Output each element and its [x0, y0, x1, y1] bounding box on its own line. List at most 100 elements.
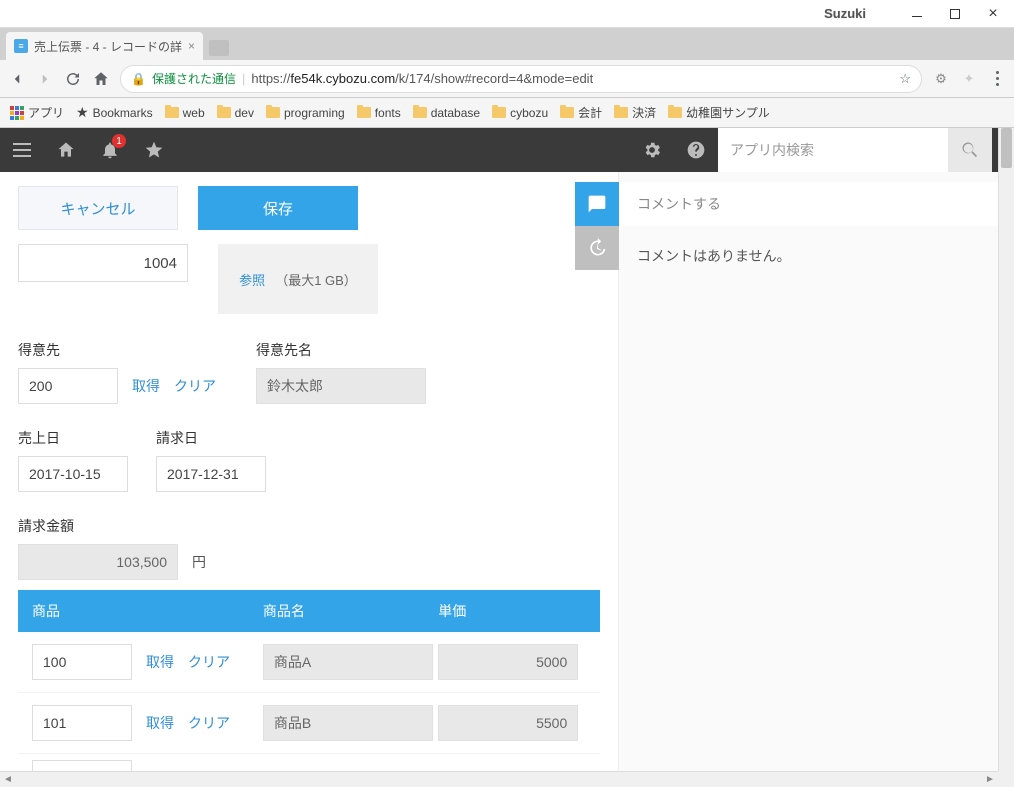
- comments-pane: コメントする コメントはありません。: [618, 172, 998, 787]
- nav-back-button[interactable]: [8, 70, 26, 88]
- bill-date-label: 請求日: [156, 428, 266, 448]
- app-home-button[interactable]: [44, 128, 88, 172]
- sales-date-input[interactable]: [18, 456, 128, 492]
- window-minimize-button[interactable]: [910, 7, 924, 21]
- secure-label: 保護された通信: [152, 70, 236, 87]
- search-button[interactable]: [948, 128, 992, 172]
- notifications-button[interactable]: 1: [88, 128, 132, 172]
- customer-clear-link[interactable]: クリア: [174, 376, 216, 396]
- bookmark-item[interactable]: programing: [266, 106, 345, 120]
- amount-unit: 円: [192, 552, 206, 572]
- bookmark-item[interactable]: fonts: [357, 106, 401, 120]
- app-search-input[interactable]: [718, 128, 948, 172]
- url-separator: |: [242, 71, 245, 86]
- window-close-button[interactable]: ×: [986, 7, 1000, 21]
- lock-icon: 🔒: [131, 72, 146, 86]
- apps-button[interactable]: アプリ: [10, 104, 64, 121]
- folder-icon: [266, 107, 280, 118]
- bookmark-item[interactable]: 決済: [614, 104, 656, 121]
- bookmark-item[interactable]: 幼稚園サンプル: [668, 104, 770, 121]
- tab-close-icon[interactable]: ×: [188, 39, 195, 53]
- window-user: Suzuki: [824, 6, 866, 21]
- apps-grid-icon: [10, 106, 24, 120]
- favorites-button[interactable]: [132, 128, 176, 172]
- horizontal-scrollbar[interactable]: ◄►: [0, 771, 998, 787]
- bookmark-item[interactable]: web: [165, 106, 205, 120]
- sales-date-label: 売上日: [18, 428, 128, 448]
- items-table: 商品 商品名 単価 取得 クリア: [18, 590, 600, 787]
- table-header: 商品 商品名 単価: [18, 590, 600, 632]
- folder-icon: [165, 107, 179, 118]
- th-name: 商品名: [263, 601, 438, 621]
- bill-date-input[interactable]: [156, 456, 266, 492]
- help-button[interactable]: [674, 128, 718, 172]
- table-row: 取得 クリア: [18, 632, 600, 693]
- bookmark-star-icon[interactable]: ☆: [899, 71, 911, 87]
- new-tab-button[interactable]: [209, 40, 229, 56]
- settings-button[interactable]: [630, 128, 674, 172]
- comments-empty-message: コメントはありません。: [619, 246, 998, 266]
- record-number-input[interactable]: [18, 244, 188, 282]
- browser-menu-button[interactable]: [988, 70, 1006, 88]
- nav-reload-button[interactable]: [64, 70, 82, 88]
- notification-badge: 1: [112, 134, 126, 148]
- vertical-scrollbar[interactable]: [998, 128, 1014, 787]
- apps-label: アプリ: [28, 104, 64, 121]
- window-maximize-button[interactable]: [948, 7, 962, 21]
- bookmark-item[interactable]: database: [413, 106, 480, 120]
- attach-size-hint: （最大1 GB）: [275, 270, 357, 289]
- row-clear-link[interactable]: クリア: [188, 652, 230, 672]
- folder-icon: [560, 107, 574, 118]
- attachment-box[interactable]: 参照 （最大1 GB）: [218, 244, 378, 314]
- url-box[interactable]: 🔒 保護された通信 | https://fe54k.cybozu.com/k/1…: [120, 65, 922, 93]
- folder-icon: [668, 107, 682, 118]
- attach-browse-link[interactable]: 参照: [239, 270, 265, 289]
- window-titlebar: Suzuki ×: [0, 0, 1014, 28]
- address-bar: 🔒 保護された通信 | https://fe54k.cybozu.com/k/1…: [0, 60, 1014, 98]
- customer-label: 得意先: [18, 340, 216, 360]
- folder-icon: [492, 107, 506, 118]
- browser-tab-strip: ≡ 売上伝票 - 4 - レコードの詳 ×: [0, 28, 1014, 60]
- menu-button[interactable]: [0, 128, 44, 172]
- comments-tab[interactable]: [575, 182, 619, 226]
- extension-icon-2[interactable]: ✦: [960, 70, 978, 88]
- cancel-button[interactable]: キャンセル: [18, 186, 178, 230]
- history-tab[interactable]: [575, 226, 619, 270]
- row-code-input[interactable]: [32, 705, 132, 741]
- bookmark-item[interactable]: cybozu: [492, 106, 548, 120]
- row-fetch-link[interactable]: 取得: [146, 652, 174, 672]
- row-clear-link[interactable]: クリア: [188, 713, 230, 733]
- amount-output: [18, 544, 178, 580]
- row-name-output: [263, 705, 433, 741]
- row-fetch-link[interactable]: 取得: [146, 713, 174, 733]
- customer-fetch-link[interactable]: 取得: [132, 376, 160, 396]
- extension-icon[interactable]: ⚙: [932, 70, 950, 88]
- customer-code-input[interactable]: [18, 368, 118, 404]
- browser-tab[interactable]: ≡ 売上伝票 - 4 - レコードの詳 ×: [6, 32, 203, 60]
- row-price-output: [438, 644, 578, 680]
- amount-label: 請求金額: [18, 516, 600, 536]
- tab-title: 売上伝票 - 4 - レコードの詳: [34, 38, 182, 55]
- bookmarks-label: Bookmarks: [93, 106, 153, 120]
- customer-name-label: 得意先名: [256, 340, 426, 360]
- bookmark-item[interactable]: dev: [217, 106, 254, 120]
- main-pane: キャンセル 保存 参照 （最大1 GB） 得意先 取得: [0, 172, 618, 787]
- customer-name-output: [256, 368, 426, 404]
- nav-home-button[interactable]: [92, 70, 110, 88]
- bookmarks-folder[interactable]: ★ Bookmarks: [76, 104, 153, 121]
- folder-icon: [357, 107, 371, 118]
- app-header: 1: [0, 128, 1014, 172]
- star-icon: ★: [76, 104, 89, 121]
- row-price-output: [438, 705, 578, 741]
- viewport: 1 キャンセル 保存 参照 （最大1 GB）: [0, 128, 1014, 787]
- table-row: 取得 クリア: [18, 693, 600, 754]
- bookmark-item[interactable]: 会計: [560, 104, 602, 121]
- row-code-input[interactable]: [32, 644, 132, 680]
- save-button[interactable]: 保存: [198, 186, 358, 230]
- tab-favicon-icon: ≡: [14, 39, 28, 53]
- search-wrap: [718, 128, 992, 172]
- folder-icon: [217, 107, 231, 118]
- comment-input[interactable]: コメントする: [619, 182, 998, 226]
- nav-forward-button[interactable]: [36, 70, 54, 88]
- url-text: https://fe54k.cybozu.com/k/174/show#reco…: [251, 71, 593, 86]
